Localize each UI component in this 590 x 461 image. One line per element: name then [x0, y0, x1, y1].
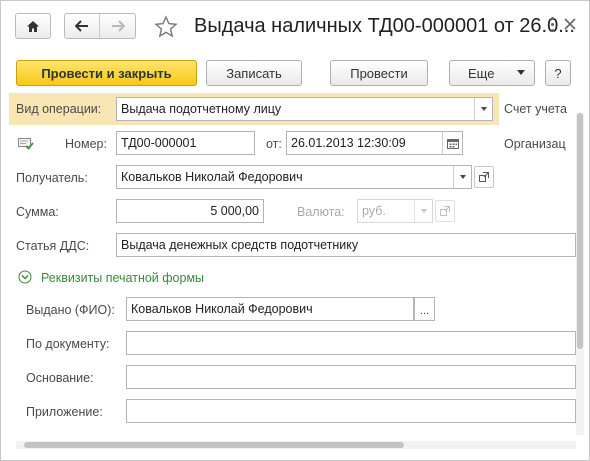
vertical-scrollbar[interactable] — [576, 113, 584, 435]
operation-value: Выдача подотчетному лицу — [121, 102, 282, 116]
history-nav — [64, 13, 136, 39]
vertical-scroll-thumb[interactable] — [577, 113, 583, 349]
account-label: Счет учета — [504, 102, 567, 116]
operation-select[interactable]: Выдача подотчетному лицу — [116, 97, 493, 121]
horizontal-scrollbar[interactable] — [16, 441, 576, 449]
recipient-field[interactable]: Ковальков Николай Федорович — [116, 165, 472, 189]
basis-label: Основание: — [26, 371, 94, 385]
posted-doc-icon — [18, 138, 34, 153]
issued-select-button[interactable]: ... — [414, 297, 435, 321]
operation-dropdown-button[interactable] — [474, 98, 492, 120]
currency-select: руб. — [357, 199, 433, 223]
chevron-down-icon — [459, 175, 466, 179]
operation-label: Вид операции: — [16, 102, 102, 116]
arrow-left-icon — [75, 20, 88, 32]
home-icon — [27, 20, 39, 32]
basis-field[interactable] — [126, 365, 576, 389]
chevron-down-icon — [420, 209, 427, 213]
close-icon — [564, 18, 576, 30]
help-button[interactable]: ? — [545, 60, 571, 86]
number-field[interactable]: ТД00-000001 — [116, 131, 255, 155]
write-button[interactable]: Записать — [206, 60, 302, 86]
post-and-close-button[interactable]: Провести и закрыть — [16, 60, 197, 86]
currency-open-button — [435, 200, 455, 222]
date-field[interactable]: 26.01.2013 12:30:09 — [286, 131, 463, 155]
document-label: По документу: — [26, 337, 110, 351]
document-field[interactable] — [126, 331, 576, 355]
page-title: Выдача наличных ТД00-000001 от 26.0... — [194, 15, 575, 37]
chevron-down-icon — [517, 70, 525, 75]
date-label: от: — [266, 137, 282, 151]
group-collapse-button[interactable] — [18, 270, 32, 287]
calendar-button[interactable] — [442, 132, 462, 154]
back-button[interactable] — [65, 14, 101, 38]
sum-field[interactable]: 5 000,00 — [116, 199, 264, 223]
print-group-header[interactable]: Реквизиты печатной формы — [41, 271, 204, 285]
document-window: Выдача наличных ТД00-000001 от 26.0... П… — [0, 0, 590, 461]
recipient-open-button[interactable] — [474, 166, 494, 188]
date-value: 26.01.2013 12:30:09 — [291, 136, 406, 150]
issued-field[interactable]: Ковальков Николай Федорович — [126, 297, 414, 321]
close-button[interactable] — [564, 18, 576, 33]
open-link-icon — [479, 172, 489, 182]
ellipsis-icon: ... — [419, 304, 430, 317]
home-button[interactable] — [15, 13, 51, 39]
more-actions-button[interactable] — [547, 17, 557, 35]
number-label: Номер: — [65, 137, 107, 151]
post-button[interactable]: Провести — [330, 60, 428, 86]
arrow-right-icon — [111, 20, 125, 32]
favorite-button[interactable] — [154, 15, 178, 42]
sum-label: Сумма: — [16, 205, 59, 219]
more-dropdown-button[interactable]: Еще — [449, 60, 535, 86]
more-vertical-icon — [550, 17, 554, 32]
currency-dropdown-button — [414, 200, 432, 222]
currency-value: руб. — [362, 204, 386, 218]
issued-label: Выдано (ФИО): — [26, 303, 115, 317]
recipient-dropdown-button[interactable] — [453, 166, 471, 188]
currency-label: Валюта: — [297, 205, 345, 219]
chevron-down-circle-icon — [18, 270, 32, 284]
recipient-value: Ковальков Николай Федорович — [121, 170, 303, 184]
attachment-field[interactable] — [126, 399, 576, 423]
recipient-label: Получатель: — [16, 171, 88, 185]
more-dropdown-label: Еще — [468, 65, 495, 81]
organization-label: Организац — [504, 137, 566, 151]
horizontal-scroll-thumb[interactable] — [24, 442, 404, 448]
attachment-label: Приложение: — [26, 405, 103, 419]
dds-field[interactable]: Выдача денежных средств подотчетнику — [116, 233, 576, 257]
chevron-down-icon — [480, 107, 487, 111]
forward-button[interactable] — [100, 14, 135, 38]
calendar-icon — [446, 138, 459, 149]
open-link-icon — [440, 206, 450, 216]
dds-label: Статья ДДС: — [16, 239, 90, 253]
star-icon — [154, 15, 178, 38]
